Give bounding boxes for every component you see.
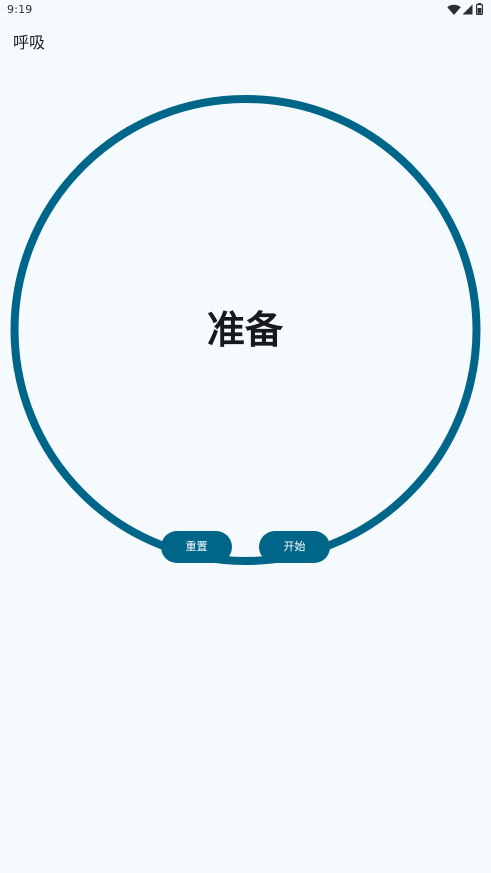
status-icons — [431, 3, 483, 17]
breathing-ring — [10, 95, 481, 565]
status-time: 9:19 — [7, 3, 33, 16]
battery-icon — [476, 3, 483, 15]
breathing-phase-label: 准备 — [206, 308, 283, 352]
page-title: 呼吸 — [13, 33, 46, 52]
start-button[interactable]: 开始 — [259, 531, 330, 563]
status-bar: 9:19 — [0, 0, 491, 22]
reset-button[interactable]: 重置 — [161, 531, 232, 563]
wifi-icon — [447, 4, 461, 15]
signal-icon — [462, 4, 473, 15]
